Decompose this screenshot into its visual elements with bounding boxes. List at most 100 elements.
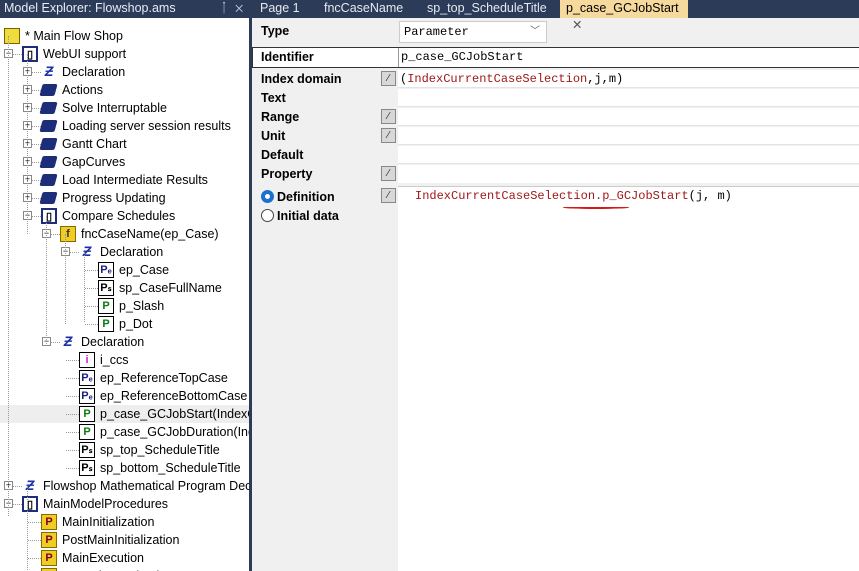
tree-guide-line <box>27 54 28 234</box>
wizard-icon[interactable]: ⁄ <box>381 71 396 86</box>
tree-node-label: Declaration <box>62 65 126 79</box>
PE-icon: Pₑ <box>79 388 95 404</box>
decl-icon: Ƶ <box>25 477 35 493</box>
tree-node-label: p_case_GCJobDuration(IndexCurrentCaseSel… <box>100 425 249 439</box>
tab-fnccasename[interactable]: fncCaseName <box>318 0 409 18</box>
tree-node-label: p_case_GCJobStart(IndexCurrentCaseSelect… <box>100 407 249 421</box>
tree-node[interactable]: Pₑ ep_ReferenceBottomCase <box>0 387 249 405</box>
book-icon <box>39 174 58 186</box>
tree-connector <box>28 540 41 541</box>
initial-data-label: Initial data <box>277 209 339 223</box>
default-label: Default <box>261 148 304 162</box>
tree-connector <box>85 288 98 289</box>
tree-node[interactable]: + Ƶ Declaration <box>0 63 249 81</box>
close-icon[interactable]: ✕ <box>235 0 243 15</box>
wizard-icon[interactable]: ⁄ <box>381 128 396 143</box>
tree-node-label: p_Dot <box>119 317 153 331</box>
tree-node[interactable]: +ƵFlowshop Mathematical Program Declarat… <box>0 477 249 495</box>
tree-node[interactable]: Pp_case_GCJobDuration(IndexCurrentCaseSe… <box>0 423 249 441</box>
tree-node-label: PreMainTermination <box>62 567 173 571</box>
tree-node[interactable]: * Main Flow Shop <box>0 27 249 45</box>
tree-node[interactable]: + Load Intermediate Results <box>0 171 249 189</box>
tree-node[interactable]: − Ƶ Declaration <box>0 243 249 261</box>
identifier-input[interactable]: p_case_GCJobStart <box>398 48 859 67</box>
tree-node[interactable]: Pₛ sp_bottom_ScheduleTitle <box>0 459 249 477</box>
P-icon: P <box>79 406 95 422</box>
tree-node-label: sp_bottom_ScheduleTitle <box>100 461 241 475</box>
tree-node-label: Actions <box>62 83 103 97</box>
type-value: Parameter <box>404 25 469 39</box>
range-label: Range <box>261 110 300 124</box>
tree-node[interactable]: PPreMainTermination <box>0 567 249 571</box>
tree-node-label: ep_Case <box>119 263 170 277</box>
wizard-icon[interactable]: ⁄ <box>381 166 396 181</box>
tree-node[interactable]: + Actions <box>0 81 249 99</box>
P-icon: P <box>98 298 114 314</box>
tree-node[interactable]: − Ƶ Declaration <box>0 333 249 351</box>
tree-node[interactable]: Pₛ sp_CaseFullName <box>0 279 249 297</box>
tree-connector <box>66 468 79 469</box>
property-input[interactable] <box>398 165 859 183</box>
tree-node-label: fncCaseName(ep_Case) <box>81 227 219 241</box>
tree-node-label: MainExecution <box>62 551 144 565</box>
tree-connector <box>85 270 98 271</box>
P-icon: P <box>98 316 114 332</box>
PS-icon: Pₛ <box>98 280 114 296</box>
tree-node-label: p_Slash <box>119 299 165 313</box>
tree-node[interactable]: + Solve Interruptable <box>0 99 249 117</box>
definition-ref: IndexCurrentCaseSelection.p_GCJobStart <box>415 189 689 203</box>
tree-node[interactable]: Pₛ sp_top_ScheduleTitle <box>0 441 249 459</box>
decl-icon: Ƶ <box>63 333 73 349</box>
tree-node[interactable]: − ▯ Compare Schedules <box>0 207 249 225</box>
tree-node[interactable]: P PostMainInitialization <box>0 531 249 549</box>
index-domain-input[interactable]: (IndexCurrentCaseSelection,j,m) <box>398 70 859 88</box>
property-label: Property <box>261 167 313 181</box>
tree-node[interactable]: − ▯ WebUI support <box>0 45 249 63</box>
model-tree: * Main Flow Shop − ▯ WebUI support + Ƶ Declara… <box>0 18 249 571</box>
range-input[interactable] <box>398 108 859 126</box>
wizard-icon[interactable]: ⁄ <box>381 109 396 124</box>
tree-node[interactable]: i i_ccs <box>0 351 249 369</box>
definition-editor[interactable]: IndexCurrentCaseSelection.p_GCJobStart(j… <box>398 186 859 571</box>
tree-node-label: i_ccs <box>100 353 129 367</box>
tree-node[interactable]: Pp_Dot <box>0 315 249 333</box>
tree-node[interactable]: + Progress Updating <box>0 189 249 207</box>
index-domain-label: Index domain <box>261 72 342 86</box>
open-icon: ▯ <box>41 208 57 224</box>
tab-p-case-gcjobstart[interactable]: p_case_GCJobStart ✕ <box>560 0 688 32</box>
default-input[interactable] <box>398 146 859 164</box>
tree-node[interactable]: + Loading server session results <box>0 117 249 135</box>
proc-icon: P <box>41 514 57 530</box>
wizard-icon[interactable]: ⁄ <box>381 188 396 203</box>
text-input[interactable] <box>398 89 859 107</box>
tree-connector <box>66 360 79 361</box>
definition-radio[interactable] <box>261 190 274 203</box>
tab-page-1[interactable]: Page 1 <box>254 0 306 18</box>
pin-icon[interactable]: ᛙ <box>220 0 228 15</box>
attribute-editor: Page 1 fncCaseName sp_top_ScheduleTitle … <box>252 0 859 571</box>
tab-close-icon[interactable]: ✕ <box>572 18 582 32</box>
book-icon <box>39 138 58 150</box>
tree-node-label: Progress Updating <box>62 191 166 205</box>
definition-args: (j, m) <box>688 189 732 203</box>
type-select[interactable]: Parameter ﹀ <box>399 21 547 43</box>
tree-node[interactable]: Pp_Slash <box>0 297 249 315</box>
tree-node[interactable]: + GapCurves <box>0 153 249 171</box>
tree-node[interactable]: P MainInitialization <box>0 513 249 531</box>
tree-node[interactable]: − f fncCaseName(ep_Case) <box>0 225 249 243</box>
tree-node-label: Solve Interruptable <box>62 101 167 115</box>
tree-guide-line <box>65 234 66 324</box>
initial-data-radio[interactable] <box>261 209 274 222</box>
tree-node[interactable]: Pₑ ep_ReferenceTopCase <box>0 369 249 387</box>
P-icon: P <box>79 424 95 440</box>
tree-node[interactable]: Pp_case_GCJobStart(IndexCurrentCaseSelec… <box>0 405 249 423</box>
unit-input[interactable] <box>398 127 859 145</box>
tree-node[interactable]: Pₑ ep_Case <box>0 261 249 279</box>
decl-icon: Ƶ <box>82 243 92 259</box>
tab-sp-top-scheduletitle[interactable]: sp_top_ScheduleTitle <box>421 0 553 18</box>
tree-node[interactable]: P MainExecution <box>0 549 249 567</box>
tree-node[interactable]: − ▯ MainModelProcedures <box>0 495 249 513</box>
chevron-down-icon: ﹀ <box>530 26 540 37</box>
tree-guide-line <box>27 486 28 571</box>
tree-node[interactable]: + Gantt Chart <box>0 135 249 153</box>
